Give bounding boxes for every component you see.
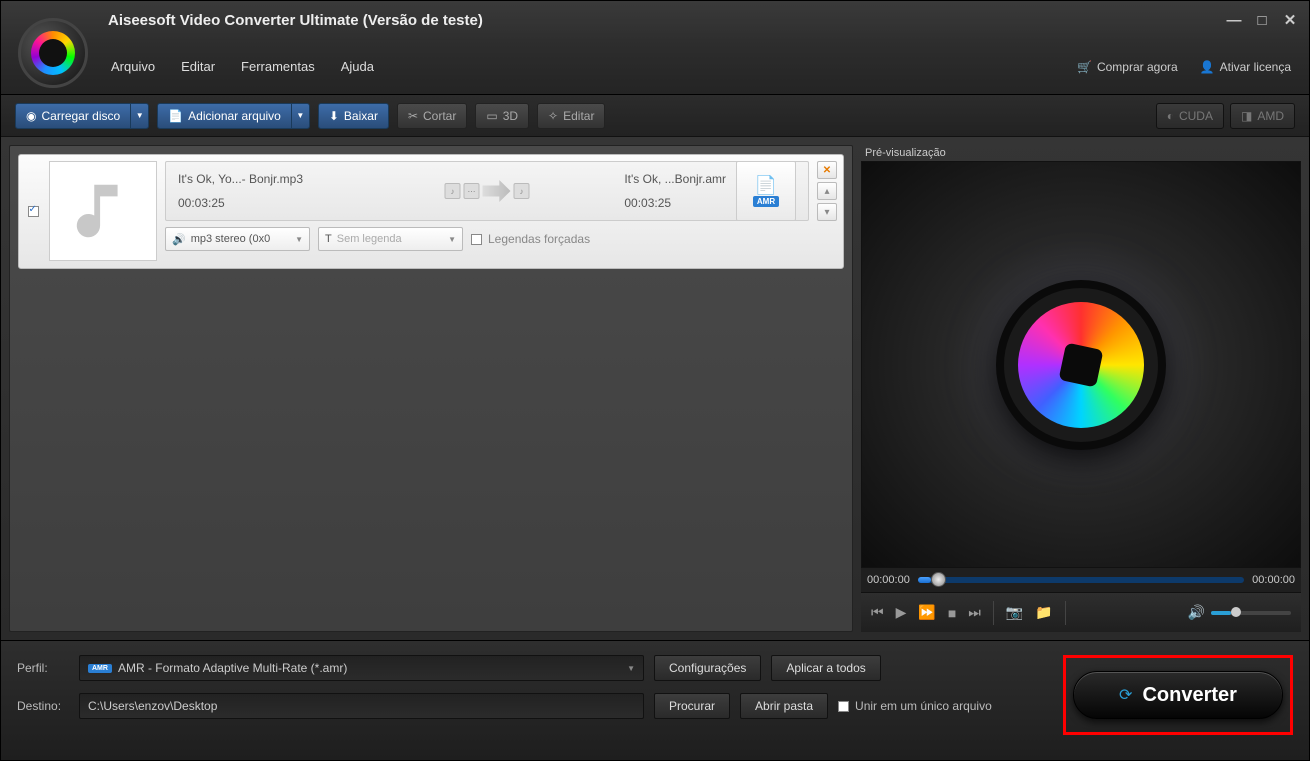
time-current: 00:00:00 xyxy=(867,574,910,586)
preview-panel: Pré-visualização 00:00:00 00:00:00 ⏮ ▶ ⏩… xyxy=(861,145,1301,632)
snapshot-button[interactable]: 📷 xyxy=(1006,604,1023,621)
convert-button[interactable]: ⟳ Converter xyxy=(1073,671,1283,719)
buy-now-link[interactable]: 🛒Comprar agora xyxy=(1077,60,1178,74)
cart-icon: 🛒 xyxy=(1077,60,1092,74)
app-logo xyxy=(18,18,88,88)
preview-label: Pré-visualização xyxy=(861,145,1301,161)
key-icon: 👤 xyxy=(1200,60,1215,74)
3d-button[interactable]: ▭3D xyxy=(475,103,529,129)
amd-button[interactable]: ◨AMD xyxy=(1230,103,1295,129)
file-checkbox[interactable] xyxy=(28,206,39,217)
nvidia-icon: ◐ xyxy=(1167,109,1174,123)
move-down-button[interactable]: ▾ xyxy=(817,203,837,221)
maximize-icon[interactable]: □ xyxy=(1255,13,1269,27)
download-button[interactable]: ⬇Baixar xyxy=(318,103,389,129)
menubar: Arquivo Editar Ferramentas Ajuda 🛒Compra… xyxy=(1,39,1309,95)
input-duration: 00:03:25 xyxy=(178,196,303,210)
edit-button[interactable]: ✧Editar xyxy=(537,103,605,129)
scissors-icon: ✂ xyxy=(408,109,418,123)
titlebar: Aiseesoft Video Converter Ultimate (Vers… xyxy=(1,1,1309,39)
dots-icon: ⋯ xyxy=(464,183,480,199)
stop-button[interactable]: ■ xyxy=(948,605,956,621)
add-file-icon: 📄 xyxy=(168,109,183,123)
profile-select[interactable]: AMR AMR - Formato Adaptive Multi-Rate (*… xyxy=(79,655,644,681)
playhead[interactable] xyxy=(931,572,946,587)
music-out-icon: ♪ xyxy=(514,183,530,199)
menu-tools[interactable]: Ferramentas xyxy=(241,59,315,74)
forced-subtitle-label: Legendas forçadas xyxy=(488,232,590,246)
file-item[interactable]: It's Ok, Yo...- Bonjr.mp3 00:03:25 ♪ ⋯ ♪… xyxy=(18,154,844,269)
file-thumbnail xyxy=(49,161,157,261)
move-up-button[interactable]: ▴ xyxy=(817,182,837,200)
file-list-panel: It's Ok, Yo...- Bonjr.mp3 00:03:25 ♪ ⋯ ♪… xyxy=(9,145,853,632)
amr-badge-icon: AMR xyxy=(88,664,112,673)
text-icon: T xyxy=(325,233,332,245)
load-disc-button[interactable]: ◉Carregar disco xyxy=(15,103,131,129)
minimize-icon[interactable]: — xyxy=(1227,13,1241,27)
next-button[interactable]: ⏭ xyxy=(968,604,981,621)
cuda-button[interactable]: ◐CUDA xyxy=(1156,103,1224,129)
chevron-down-icon: ▼ xyxy=(627,664,635,673)
output-duration: 00:03:25 xyxy=(624,196,726,210)
timeline: 00:00:00 00:00:00 xyxy=(861,568,1301,592)
audio-track-select[interactable]: 🔊 mp3 stereo (0x0 ▼ xyxy=(165,227,310,251)
profile-label: Perfil: xyxy=(17,661,69,675)
volume-icon[interactable]: 🔊 xyxy=(1188,604,1205,621)
output-filename: It's Ok, ...Bonjr.amr xyxy=(624,172,726,186)
remove-file-button[interactable]: ✕ xyxy=(817,161,837,179)
open-dest-folder-button[interactable]: Abrir pasta xyxy=(740,693,828,719)
chevron-down-icon: ▼ xyxy=(295,235,303,244)
speaker-icon: 🔊 xyxy=(172,233,186,246)
music-note-icon xyxy=(68,176,138,246)
refresh-icon: ⟳ xyxy=(1119,685,1132,705)
music-in-icon: ♪ xyxy=(445,183,461,199)
add-file-dropdown[interactable]: ▼ xyxy=(292,103,310,129)
subtitle-select[interactable]: T Sem legenda ▼ xyxy=(318,227,463,251)
open-folder-button[interactable]: 📁 xyxy=(1035,604,1052,621)
close-icon[interactable]: ✕ xyxy=(1283,13,1297,27)
convert-highlight-box: ⟳ Converter xyxy=(1063,655,1293,735)
arrow-right-icon xyxy=(483,180,511,202)
volume-slider[interactable] xyxy=(1211,611,1291,615)
input-filename: It's Ok, Yo...- Bonjr.mp3 xyxy=(178,172,303,186)
preview-screen xyxy=(861,161,1301,568)
footer: Perfil: AMR AMR - Formato Adaptive Multi… xyxy=(1,640,1309,760)
destination-label: Destino: xyxy=(17,699,69,713)
menu-help[interactable]: Ajuda xyxy=(341,59,374,74)
seek-track[interactable] xyxy=(918,577,1244,583)
apply-all-button[interactable]: Aplicar a todos xyxy=(771,655,880,681)
browse-button[interactable]: Procurar xyxy=(654,693,730,719)
download-icon: ⬇ xyxy=(329,109,339,123)
chevron-down-icon: ▼ xyxy=(448,235,456,244)
forced-subtitle-checkbox[interactable] xyxy=(471,234,482,245)
toolbar: ◉Carregar disco ▼ 📄Adicionar arquivo ▼ ⬇… xyxy=(1,95,1309,137)
wand-icon: ✧ xyxy=(548,109,558,123)
cut-button[interactable]: ✂Cortar xyxy=(397,103,467,129)
disc-icon: ◉ xyxy=(26,109,36,123)
destination-input[interactable]: C:\Users\enzov\Desktop xyxy=(79,693,644,719)
merge-checkbox[interactable] xyxy=(838,701,849,712)
window-title: Aiseesoft Video Converter Ultimate (Vers… xyxy=(108,12,483,29)
fast-forward-button[interactable]: ⏩ xyxy=(918,604,935,621)
play-button[interactable]: ▶ xyxy=(896,604,907,621)
merge-label: Unir em um único arquivo xyxy=(855,699,992,713)
amd-icon: ◨ xyxy=(1241,109,1252,123)
output-format-icon[interactable]: 📄 AMR xyxy=(736,161,796,221)
volume-knob[interactable] xyxy=(1231,607,1241,617)
aperture-logo xyxy=(996,280,1166,450)
menu-file[interactable]: Arquivo xyxy=(111,59,155,74)
menu-edit[interactable]: Editar xyxy=(181,59,215,74)
time-total: 00:00:00 xyxy=(1252,574,1295,586)
load-disc-dropdown[interactable]: ▼ xyxy=(131,103,149,129)
add-file-button[interactable]: 📄Adicionar arquivo xyxy=(157,103,292,129)
settings-button[interactable]: Configurações xyxy=(654,655,761,681)
prev-button[interactable]: ⏮ xyxy=(871,604,884,621)
activate-license-link[interactable]: 👤Ativar licença xyxy=(1200,60,1291,74)
3d-icon: ▭ xyxy=(486,109,497,123)
